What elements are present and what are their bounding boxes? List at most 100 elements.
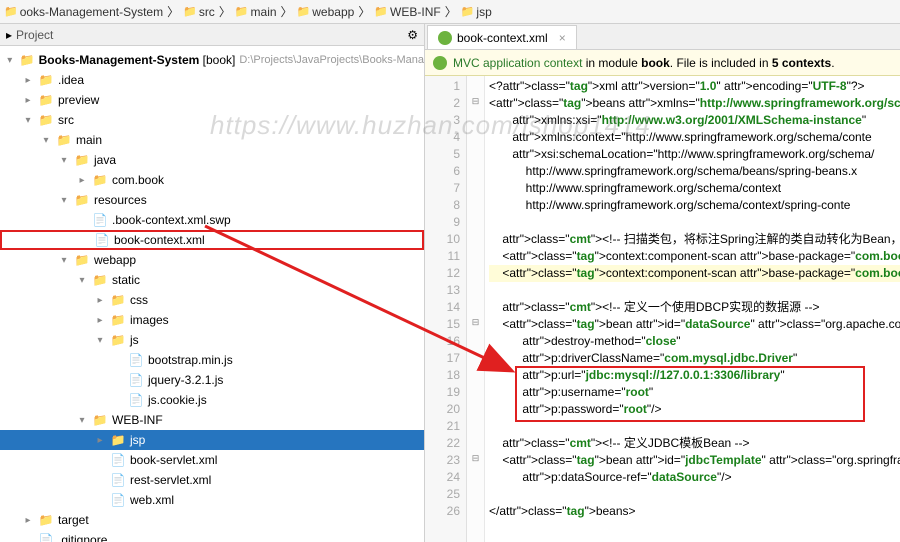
project-panel: ▸ Project ⚙ ▾📁Books-Management-System [b…	[0, 24, 425, 542]
tree-item[interactable]: ▾📁js	[0, 330, 424, 350]
tree-item[interactable]: ▾📁src	[0, 110, 424, 130]
folder-icon: 📁	[92, 412, 108, 428]
tree-item[interactable]: 📄web.xml	[0, 490, 424, 510]
tree-item[interactable]: ▸📁preview	[0, 90, 424, 110]
breadcrumb-item[interactable]: main	[251, 5, 277, 19]
breadcrumb-item[interactable]: jsp	[476, 5, 491, 19]
breadcrumb-item[interactable]: webapp	[312, 5, 354, 19]
spring-icon	[438, 31, 452, 45]
code-line[interactable]: attr">p:dataSource-ref="dataSource"/>	[489, 469, 900, 486]
code-line[interactable]	[489, 214, 900, 231]
tree-item[interactable]: 📄.book-context.xml.swp	[0, 210, 424, 230]
code-line[interactable]: attr">p:driverClassName="com.mysql.jdbc.…	[489, 350, 900, 367]
code-line[interactable]: <attr">class="tag">context:component-sca…	[489, 248, 900, 265]
tree-item[interactable]: ▾📁static	[0, 270, 424, 290]
code-editor[interactable]: 1234567891011121314151617181920212223242…	[425, 76, 900, 542]
folder-icon: 📁	[74, 152, 90, 168]
code-line[interactable]: <?attr">class="tag">xml attr">version="1…	[489, 78, 900, 95]
js-icon: 📄	[128, 392, 144, 408]
xml-icon: 📄	[94, 232, 110, 248]
tree-item[interactable]: ▾📁main	[0, 130, 424, 150]
tree-item[interactable]: ▸📁target	[0, 510, 424, 530]
code-line[interactable]: attr">class="cmt"><!-- 定义一个使用DBCP实现的数据源 …	[489, 299, 900, 316]
tree-item[interactable]: ▾📁WEB-INF	[0, 410, 424, 430]
breadcrumb-item[interactable]: src	[199, 5, 215, 19]
editor-tabs[interactable]: book-context.xml ×	[425, 24, 900, 50]
project-tree[interactable]: ▾📁Books-Management-System [book]D:\Proje…	[0, 46, 424, 542]
file-icon: 📄	[38, 532, 54, 542]
tree-item[interactable]: ▸📁css	[0, 290, 424, 310]
code-line[interactable]: <attr">class="tag">context:component-sca…	[489, 265, 900, 282]
code-line[interactable]	[489, 486, 900, 503]
folder-icon: 📁	[183, 5, 197, 18]
folder-icon: 📁	[297, 5, 311, 18]
code-line[interactable]: attr">xsi:schemaLocation="http://www.spr…	[489, 146, 900, 163]
tree-item[interactable]: ▸📁.idea	[0, 70, 424, 90]
xml-icon: 📄	[110, 452, 126, 468]
tree-item[interactable]: 📄book-servlet.xml	[0, 450, 424, 470]
tree-item[interactable]: ▾📁resources	[0, 190, 424, 210]
project-title: Project	[16, 28, 53, 42]
code-line[interactable]	[489, 282, 900, 299]
gear-icon[interactable]: ⚙	[407, 28, 418, 42]
tab-label: book-context.xml	[457, 31, 548, 45]
project-icon: ▸	[6, 28, 12, 42]
tree-item[interactable]: ▾📁java	[0, 150, 424, 170]
code-line[interactable]: </attr">class="tag">beans>	[489, 503, 900, 520]
code-line[interactable]: attr">xmlns:context="http://www.springfr…	[489, 129, 900, 146]
fold-column[interactable]: ⊟⊟⊟	[467, 76, 485, 542]
folder-icon: 📁	[110, 292, 126, 308]
folder-icon: 📁	[56, 132, 72, 148]
tree-item[interactable]: 📄rest-servlet.xml	[0, 470, 424, 490]
code-line[interactable]: <attr">class="tag">bean attr">id="dataSo…	[489, 316, 900, 333]
tree-item[interactable]: 📄jquery-3.2.1.js	[0, 370, 424, 390]
info-prefix: MVC application context	[453, 56, 582, 70]
code-line[interactable]: http://www.springframework.org/schema/be…	[489, 163, 900, 180]
tab-book-context[interactable]: book-context.xml ×	[427, 25, 577, 49]
folder-icon: 📁	[38, 92, 54, 108]
tree-item[interactable]: ▸📁images	[0, 310, 424, 330]
code-line[interactable]: <attr">class="tag">beans attr">xmlns="ht…	[489, 95, 900, 112]
code-line[interactable]: attr">class="cmt"><!-- 定义JDBC模板Bean -->	[489, 435, 900, 452]
folder-icon: 📁	[110, 312, 126, 328]
code-line[interactable]: attr">destroy-method="close"	[489, 333, 900, 350]
highlight-box	[515, 366, 865, 422]
code-line[interactable]: http://www.springframework.org/schema/co…	[489, 197, 900, 214]
xml-icon: 📄	[110, 472, 126, 488]
breadcrumb-item[interactable]: WEB-INF	[390, 5, 441, 19]
project-header[interactable]: ▸ Project ⚙	[0, 24, 424, 46]
code-line[interactable]: <attr">class="tag">bean attr">id="jdbcTe…	[489, 452, 900, 469]
tree-item[interactable]: ▸📁jsp	[0, 430, 424, 450]
close-icon[interactable]: ×	[559, 31, 566, 45]
code-line[interactable]: attr">xmlns:xsi="http://www.w3.org/2001/…	[489, 112, 900, 129]
tree-root[interactable]: ▾📁Books-Management-System [book]D:\Proje…	[0, 50, 424, 70]
folder-icon: 📁	[38, 112, 54, 128]
xml-icon: 📄	[110, 492, 126, 508]
folder-icon: 📁	[374, 5, 388, 18]
code-line[interactable]: http://www.springframework.org/schema/co…	[489, 180, 900, 197]
line-gutter: 1234567891011121314151617181920212223242…	[425, 76, 467, 542]
info-bar: MVC application context in module book. …	[425, 50, 900, 76]
editor-panel: book-context.xml × MVC application conte…	[425, 24, 900, 542]
spring-icon	[433, 56, 447, 70]
breadcrumb[interactable]: 📁ooks-Management-System〉📁src〉📁main〉📁weba…	[0, 0, 900, 24]
js-icon: 📄	[128, 372, 144, 388]
xml-icon: 📄	[92, 212, 108, 228]
folder-icon: 📁	[74, 192, 90, 208]
folder-icon: 📁	[74, 252, 90, 268]
folder-icon: 📁	[461, 5, 475, 18]
folder-icon: 📁	[92, 172, 108, 188]
folder-icon: 📁	[38, 72, 54, 88]
tree-item[interactable]: 📄book-context.xml	[0, 230, 424, 250]
tree-item[interactable]: 📄js.cookie.js	[0, 390, 424, 410]
tree-item[interactable]: ▾📁webapp	[0, 250, 424, 270]
tree-item[interactable]: 📄bootstrap.min.js	[0, 350, 424, 370]
code-area[interactable]: <?attr">class="tag">xml attr">version="1…	[485, 76, 900, 542]
folder-icon: 📁	[92, 272, 108, 288]
folder-icon: 📁	[110, 432, 126, 448]
code-line[interactable]: attr">class="cmt"><!-- 扫描类包，将标注Spring注解的…	[489, 231, 900, 248]
folder-icon: 📁	[110, 332, 126, 348]
tree-item[interactable]: ▸📁com.book	[0, 170, 424, 190]
tree-item[interactable]: 📄.gitignore	[0, 530, 424, 542]
breadcrumb-item[interactable]: ooks-Management-System	[20, 5, 163, 19]
